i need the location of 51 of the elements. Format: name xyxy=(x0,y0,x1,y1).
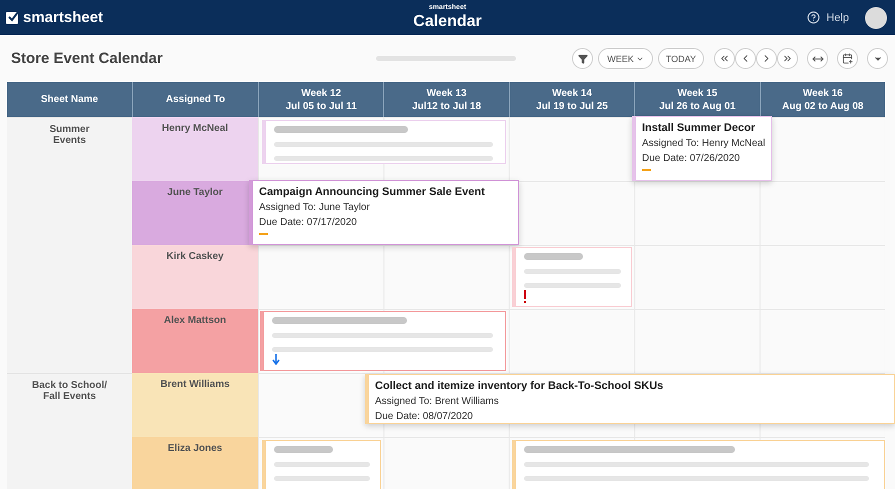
assignee-cell: Eliza Jones xyxy=(132,437,258,489)
filter-icon xyxy=(578,54,588,64)
assignee-cell: Alex Mattson xyxy=(132,309,258,373)
add-calendar-button[interactable] xyxy=(837,48,858,69)
column-date-range: Jul 05 to Jul 11 xyxy=(284,100,358,112)
assignee-cell: Kirk Caskey xyxy=(132,245,258,309)
event-title: Campaign Announcing Summer Sale Event xyxy=(259,185,486,200)
calendar-plus-icon xyxy=(842,53,853,64)
column-label: Week 15 xyxy=(676,86,718,100)
sheet-name-cell: Summer Events xyxy=(7,117,132,373)
event-title: Collect and itemize inventory for Back-To-School SKUs xyxy=(375,379,664,394)
logo[interactable]: smartsheet xyxy=(6,9,104,26)
double-chevron-right-icon xyxy=(782,53,793,64)
event-due-date: Due Date: 07/17/2020 xyxy=(259,216,358,230)
event-card[interactable]: Collect and itemize inventory for Back-To-School SKUs Assigned To: Brent Williams Due Date: 08/07/2020 xyxy=(365,374,895,424)
last-button[interactable] xyxy=(777,48,798,69)
event-assignee: Assigned To: Henry McNeal xyxy=(642,137,765,151)
app-title: Calendar xyxy=(413,12,482,32)
column-date-range: Aug 02 to Aug 08 xyxy=(781,100,864,112)
first-button[interactable] xyxy=(714,48,735,69)
event-card[interactable]: Campaign Announcing Summer Sale Event Assigned To: June Taylor Due Date: 07/17/2020 xyxy=(249,180,519,245)
fit-width-button[interactable] xyxy=(807,48,828,69)
event-title: Install Summer Decor xyxy=(642,121,756,136)
event-card[interactable]: Install Summer Decor Assigned To: Henry McNeal Due Date: 07/26/2020 xyxy=(632,116,772,181)
today-button[interactable]: TODAY xyxy=(658,48,704,69)
help-link[interactable]: Help xyxy=(826,12,849,24)
column-label: Assigned To xyxy=(164,93,226,106)
page-title: Store Event Calendar xyxy=(11,50,163,67)
assignee-cell: Henry McNeal xyxy=(132,117,258,181)
column-date-range: Jul 26 to Aug 01 xyxy=(658,100,737,112)
column-label: Week 14 xyxy=(551,86,593,100)
column-label: Week 13 xyxy=(426,86,468,100)
column-label: Week 12 xyxy=(300,86,342,100)
column-date-range: Jul 19 to Jul 25 xyxy=(535,100,609,112)
event-assignee: Assigned To: June Taylor xyxy=(259,201,371,215)
event-due-date: Due Date: 08/07/2020 xyxy=(375,410,474,424)
checkbox-logo-icon xyxy=(6,11,19,24)
double-chevron-left-icon xyxy=(719,53,730,64)
avatar[interactable] xyxy=(865,6,887,28)
sheet-name-cell: Back to School/ Fall Events xyxy=(7,373,132,489)
column-label: Sheet Name xyxy=(40,93,100,106)
more-button[interactable] xyxy=(867,48,888,69)
event-assignee: Assigned To: Brent Williams xyxy=(375,395,500,409)
assignee-cell: Brent Williams xyxy=(132,373,258,437)
column-date-range: Jul12 to Jul 18 xyxy=(411,100,482,112)
help-icon[interactable] xyxy=(807,11,820,24)
logo-text: smartsheet xyxy=(23,9,104,26)
column-label: Week 16 xyxy=(802,86,844,100)
view-dropdown[interactable]: WEEK xyxy=(598,48,653,69)
event-due-date: Due Date: 07/26/2020 xyxy=(642,152,741,166)
filter-button[interactable] xyxy=(572,48,594,69)
